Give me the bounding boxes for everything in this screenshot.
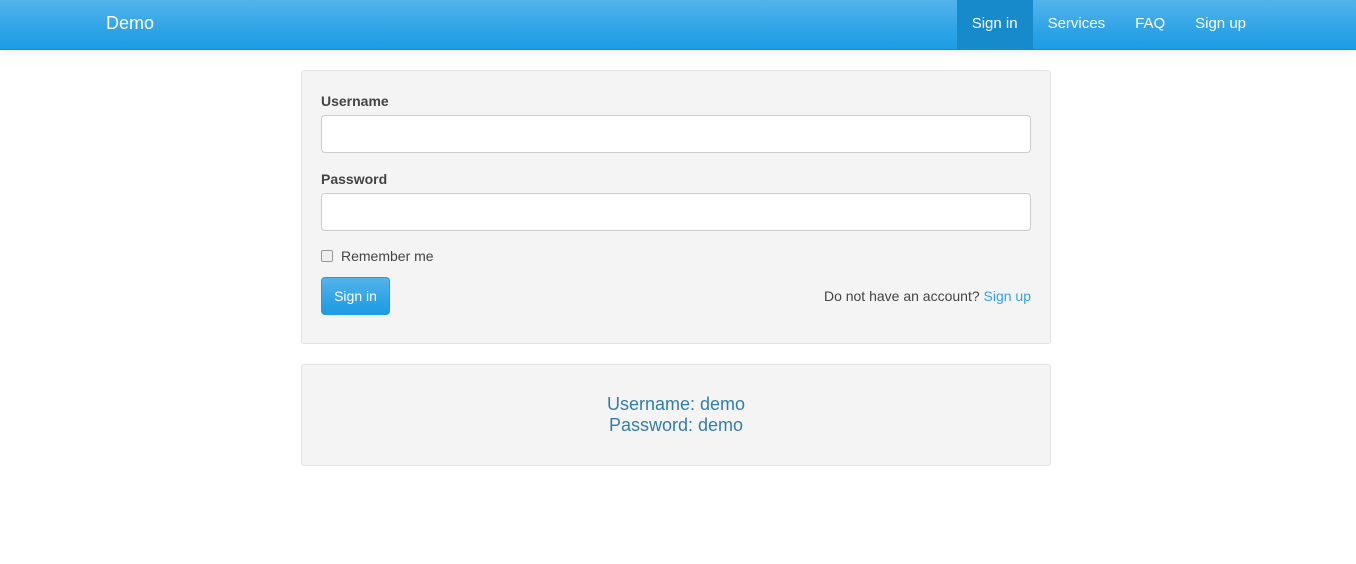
nav-menu: Sign in Services FAQ Sign up (956, 0, 1261, 50)
no-account-text: Do not have an account? (823, 288, 984, 304)
credentials-text: Username: demo Password: demo (302, 394, 1050, 436)
nav-item-faq[interactable]: FAQ (1120, 0, 1180, 50)
password-input[interactable] (321, 193, 1031, 231)
remember-me-row: Remember me (321, 248, 434, 264)
navbar: Demo Sign in Services FAQ Sign up (0, 0, 1356, 50)
sign-up-link[interactable]: Sign up (984, 288, 1031, 304)
nav-item-services[interactable]: Services (1033, 0, 1121, 50)
nav-item-sign-up[interactable]: Sign up (1180, 0, 1261, 50)
demo-username-text: Username: demo (606, 394, 746, 414)
nav-item-sign-in[interactable]: Sign in (956, 0, 1033, 50)
credentials-panel: Username: demo Password: demo (301, 364, 1051, 466)
username-label: Username (321, 93, 389, 109)
demo-password-text: Password: demo (608, 415, 744, 435)
remember-me-checkbox[interactable] (321, 250, 333, 262)
login-panel: Username Password Remember me Sign in Do… (301, 70, 1051, 344)
sign-in-button[interactable]: Sign in (321, 277, 390, 315)
username-input[interactable] (321, 115, 1031, 153)
remember-me-label[interactable]: Remember me (341, 248, 434, 264)
password-label: Password (321, 171, 388, 187)
brand-link[interactable]: Demo (106, 0, 154, 50)
signup-prompt: Do not have an account? Sign up (824, 288, 1031, 304)
